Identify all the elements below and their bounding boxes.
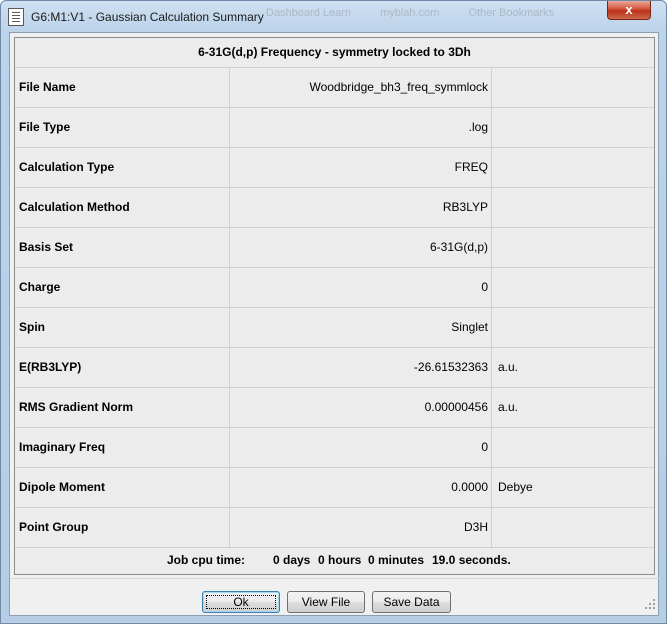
row-value: 0 [230, 268, 492, 307]
view-file-button-label: View File [301, 595, 351, 609]
row-unit [492, 68, 654, 107]
row-label: Calculation Type [15, 148, 230, 187]
row-value: -26.61532363 [230, 348, 492, 387]
summary-header: 6-31G(d,p) Frequency - symmetry locked t… [15, 38, 654, 68]
row-unit [492, 188, 654, 227]
save-data-button-label: Save Data [383, 595, 440, 609]
row-label: Imaginary Freq [15, 428, 230, 467]
table-row: RMS Gradient Norm 0.00000456 a.u. [15, 388, 654, 428]
row-unit [492, 428, 654, 467]
background-tab: myblah.com [380, 7, 440, 19]
table-row: File Name Woodbridge_bh3_freq_symmlock [15, 68, 654, 108]
close-button[interactable]: x [607, 1, 651, 20]
row-label: Point Group [15, 508, 230, 547]
window-title: G6:M1:V1 - Gaussian Calculation Summary [31, 10, 264, 24]
cpu-time-label: Job cpu time: [167, 553, 246, 567]
table-row: Basis Set 6-31G(d,p) [15, 228, 654, 268]
row-unit [492, 108, 654, 147]
background-tab: Other Bookmarks [468, 7, 555, 19]
row-label: Spin [15, 308, 230, 347]
table-row: Dipole Moment 0.0000 Debye [15, 468, 654, 508]
calculation-summary-window: G6:M1:V1 - Gaussian Calculation Summary … [0, 0, 667, 624]
row-value: Singlet [230, 308, 492, 347]
cpu-time-days: 0 days [273, 553, 311, 567]
ok-button[interactable]: Ok [202, 591, 280, 613]
cpu-time-hours: 0 hours [318, 553, 362, 567]
row-value: FREQ [230, 148, 492, 187]
row-unit [492, 308, 654, 347]
document-icon [8, 8, 24, 26]
summary-table: 6-31G(d,p) Frequency - symmetry locked t… [14, 37, 655, 575]
cpu-time-minutes: 0 minutes [368, 553, 425, 567]
row-value: D3H [230, 508, 492, 547]
table-row: Charge 0 [15, 268, 654, 308]
row-unit: a.u. [498, 360, 519, 374]
row-value: 0 [230, 428, 492, 467]
row-label: E(RB3LYP) [15, 348, 230, 387]
view-file-button[interactable]: View File [287, 591, 365, 613]
close-icon: x [625, 2, 633, 17]
row-unit [492, 148, 654, 187]
row-value: 0.0000 [230, 468, 492, 507]
row-label: RMS Gradient Norm [15, 388, 230, 427]
table-row: Point Group D3H [15, 508, 654, 548]
cpu-time-summary: Job cpu time: 0 days 0 hours 0 minutes 1… [15, 547, 654, 574]
background-browser-tabs: Dashboard Learn myblah.com Other Bookmar… [266, 7, 586, 25]
row-label: Calculation Method [15, 188, 230, 227]
table-row: E(RB3LYP) -26.61532363 a.u. [15, 348, 654, 388]
table-row: Spin Singlet [15, 308, 654, 348]
row-unit [492, 268, 654, 307]
row-value: RB3LYP [230, 188, 492, 227]
row-value: 0.00000456 [230, 388, 492, 427]
table-row: File Type .log [15, 108, 654, 148]
button-bar: Ok View File Save Data [10, 578, 660, 613]
row-label: Dipole Moment [15, 468, 230, 507]
row-value: Woodbridge_bh3_freq_symmlock [230, 68, 492, 107]
cpu-time-seconds: 19.0 seconds. [432, 553, 511, 567]
row-unit: Debye [498, 480, 533, 494]
row-unit [492, 508, 654, 547]
table-row: Imaginary Freq 0 [15, 428, 654, 468]
focus-rectangle [206, 595, 276, 609]
table-row: Calculation Method RB3LYP [15, 188, 654, 228]
table-row: Calculation Type FREQ [15, 148, 654, 188]
row-label: Basis Set [15, 228, 230, 267]
row-value: .log [230, 108, 492, 147]
row-label: File Type [15, 108, 230, 147]
row-unit: a.u. [498, 400, 519, 414]
background-tab: Dashboard Learn [266, 7, 352, 19]
resize-grip-icon[interactable] [644, 598, 656, 610]
row-value: 6-31G(d,p) [230, 228, 492, 267]
row-label: File Name [15, 68, 230, 107]
row-label: Charge [15, 268, 230, 307]
save-data-button[interactable]: Save Data [372, 591, 451, 613]
dialog-content: 6-31G(d,p) Frequency - symmetry locked t… [9, 32, 660, 616]
row-unit [492, 228, 654, 267]
title-bar[interactable]: G6:M1:V1 - Gaussian Calculation Summary … [1, 1, 666, 33]
